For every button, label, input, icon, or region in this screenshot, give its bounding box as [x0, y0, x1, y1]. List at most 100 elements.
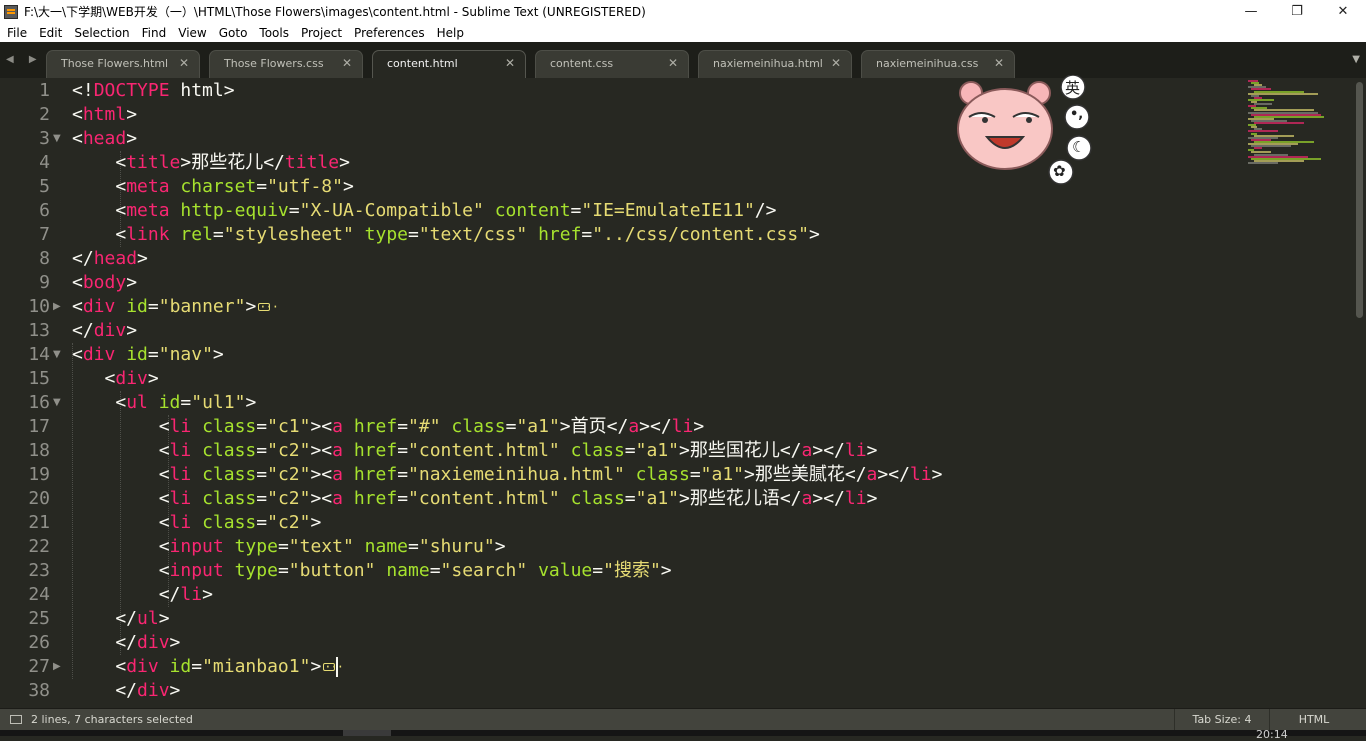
- menu-find[interactable]: Find: [136, 26, 173, 40]
- text-token: =: [581, 224, 593, 245]
- menu-project[interactable]: Project: [295, 26, 348, 40]
- line-number: 23: [28, 560, 50, 581]
- menu-view[interactable]: View: [172, 26, 212, 40]
- tab-those-flowers-css[interactable]: Those Flowers.css ✕: [209, 50, 363, 78]
- close-icon[interactable]: ✕: [668, 56, 678, 70]
- status-bar: 2 lines, 7 characters selected Tab Size:…: [0, 708, 1366, 730]
- string-token: "a1": [635, 440, 679, 461]
- code-line[interactable]: <li class="c1"><a href="#" class="a1">首页…: [72, 415, 705, 439]
- code-line[interactable]: <input type="button" name="search" value…: [72, 559, 672, 583]
- code-line[interactable]: <head>: [72, 127, 137, 151]
- code-line[interactable]: <title>那些花儿</title>: [72, 151, 350, 175]
- tab-bar: ◀ ▶ Those Flowers.html ✕ Those Flowers.c…: [0, 42, 1366, 78]
- attribute-token: class: [202, 440, 257, 461]
- tag-name-token: meta: [126, 176, 170, 197]
- string-token: "nav": [158, 344, 213, 365]
- code-line[interactable]: <ul id="ul1">: [72, 391, 256, 415]
- tab-content-css[interactable]: content.css ✕: [535, 50, 689, 78]
- text-token: =: [624, 488, 636, 509]
- butterfly-icon[interactable]: ✿: [1053, 162, 1066, 180]
- code-line[interactable]: </ul>: [72, 607, 169, 631]
- ime-toolbar[interactable]: 英 •, ☾ ✿: [955, 74, 1095, 187]
- text-token: >: [147, 368, 159, 389]
- text-token: =: [570, 200, 582, 221]
- string-token: "stylesheet": [223, 224, 354, 245]
- menu-preferences[interactable]: Preferences: [348, 26, 431, 40]
- close-icon[interactable]: ✕: [179, 56, 189, 70]
- code-line[interactable]: <div id="mianbao1">: [72, 655, 343, 679]
- code-line[interactable]: <div>: [72, 367, 159, 391]
- close-icon[interactable]: ✕: [994, 56, 1004, 70]
- code-line[interactable]: </head>: [72, 247, 148, 271]
- tab-naxiemeinihua-css[interactable]: naxiemeinihua.css ✕: [861, 50, 1015, 78]
- menu-tools[interactable]: Tools: [253, 26, 295, 40]
- syntax-selector[interactable]: HTML: [1269, 709, 1359, 730]
- code-line[interactable]: </div>: [72, 631, 180, 655]
- fold-collapsed-icon[interactable]: ▶: [53, 655, 61, 679]
- menu-help[interactable]: Help: [431, 26, 470, 40]
- close-icon[interactable]: ✕: [505, 56, 515, 70]
- code-line[interactable]: <meta charset="utf-8">: [72, 175, 353, 199]
- folded-ellipsis-icon[interactable]: [323, 655, 343, 679]
- code-line[interactable]: <meta http-equiv="X-UA-Compatible" conte…: [72, 199, 776, 223]
- minimap[interactable]: [1248, 78, 1352, 178]
- code-line[interactable]: <div id="banner">: [72, 295, 278, 319]
- tag-name-token: a: [332, 440, 343, 461]
- code-editor[interactable]: 1 2 3 ▼ 4 5 6 7 8 9 10 ▶ 13 14 ▼ 15 16 ▼ 17 18 19 20 21 22 23 24 2…: [0, 78, 1366, 708]
- taskbar-app-indicator[interactable]: [343, 730, 391, 736]
- attribute-token: class: [635, 464, 690, 485]
- code-line[interactable]: <body>: [72, 271, 137, 295]
- code-line[interactable]: <li class="c2"><a href="content.html" cl…: [72, 439, 878, 463]
- code-line[interactable]: </li>: [72, 583, 213, 607]
- fold-expanded-icon[interactable]: ▼: [53, 343, 61, 367]
- menu-file[interactable]: File: [0, 26, 33, 40]
- code-line[interactable]: <html>: [72, 103, 137, 127]
- code-line[interactable]: </div>: [72, 679, 180, 703]
- ime-punctuation-toggle[interactable]: •,: [1070, 107, 1083, 122]
- fold-collapsed-icon[interactable]: ▶: [53, 295, 61, 319]
- minimize-button[interactable]: —: [1228, 0, 1274, 23]
- moon-icon[interactable]: ☾: [1072, 138, 1085, 156]
- code-line[interactable]: <!DOCTYPE html>: [72, 79, 235, 103]
- scrollbar-thumb[interactable]: [1356, 82, 1363, 318]
- tag-name-token: a: [801, 488, 813, 509]
- tab-list-dropdown-icon[interactable]: ▼: [1352, 54, 1360, 65]
- menu-selection[interactable]: Selection: [68, 26, 135, 40]
- tab-size-selector[interactable]: Tab Size: 4: [1174, 709, 1270, 730]
- line-number: 17: [28, 416, 50, 437]
- code-line[interactable]: <li class="c2">: [72, 511, 322, 535]
- folded-ellipsis-icon[interactable]: [258, 295, 278, 319]
- code-line[interactable]: <div id="nav">: [72, 343, 224, 367]
- close-icon[interactable]: ✕: [831, 56, 841, 70]
- code-line[interactable]: <li class="c2"><a href="content.html" cl…: [72, 487, 878, 511]
- tab-content-html[interactable]: content.html ✕: [372, 50, 526, 78]
- text-token: <: [72, 128, 83, 149]
- text-token: =: [408, 536, 419, 557]
- maximize-button[interactable]: ❐: [1274, 0, 1320, 23]
- panel-toggle-icon[interactable]: [10, 715, 22, 724]
- text-token: >: [693, 416, 705, 437]
- code-line[interactable]: <input type="text" name="shuru">: [72, 535, 506, 559]
- fold-expanded-icon[interactable]: ▼: [53, 127, 61, 151]
- text-token: >那些花儿语</: [679, 488, 802, 509]
- menu-goto[interactable]: Goto: [213, 26, 254, 40]
- text-token: >: [660, 560, 672, 581]
- line-number: 13: [28, 320, 50, 341]
- close-window-button[interactable]: ✕: [1320, 0, 1366, 23]
- tab-naxiemeinihua-html[interactable]: naxiemeinihua.html ✕: [698, 50, 852, 78]
- code-line[interactable]: <li class="c2"><a href="naxiemeinihua.ht…: [72, 463, 943, 487]
- menu-edit[interactable]: Edit: [33, 26, 68, 40]
- code-line[interactable]: <link rel="stylesheet" type="text/css" h…: [72, 223, 820, 247]
- tab-nav-arrows-icon[interactable]: ◀ ▶: [6, 54, 43, 65]
- code-line[interactable]: </div>: [72, 319, 137, 343]
- close-icon[interactable]: ✕: [342, 56, 352, 70]
- string-token: "button": [288, 560, 376, 581]
- ime-mode-toggle[interactable]: 英: [1065, 77, 1080, 98]
- tag-name-token: div: [137, 632, 170, 653]
- tab-those-flowers-html[interactable]: Those Flowers.html ✕: [46, 50, 200, 78]
- text-token: =: [256, 512, 268, 533]
- tag-name-token: li: [909, 464, 932, 485]
- fold-expanded-icon[interactable]: ▼: [53, 391, 61, 415]
- vertical-scrollbar[interactable]: [1352, 78, 1366, 708]
